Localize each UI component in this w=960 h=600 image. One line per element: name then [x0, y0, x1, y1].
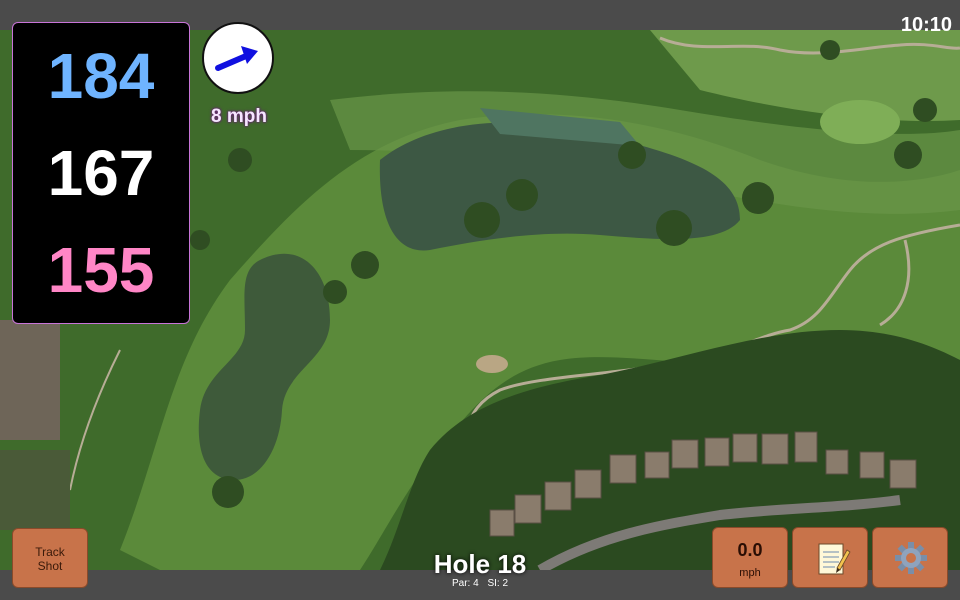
- yardage-panel: 184 167 155: [12, 22, 190, 324]
- gear-icon: [895, 542, 927, 574]
- wind-arrow-icon: [215, 46, 258, 71]
- wind-speed-label: 8 mph: [211, 106, 267, 127]
- front-yardage: 155: [47, 234, 155, 306]
- track-shot-label-line1: Track: [35, 545, 65, 559]
- notepad-icon: [818, 543, 851, 575]
- hole-par: Par: 4: [451, 578, 479, 589]
- clock-time: 10:10: [900, 14, 952, 36]
- back-yardage: 184: [47, 40, 155, 112]
- track-shot-label-line2: Shot: [37, 559, 63, 573]
- settings-button[interactable]: [872, 527, 948, 588]
- notes-button[interactable]: [792, 527, 868, 588]
- speed-button[interactable]: 0.0 mph: [712, 527, 788, 588]
- hole-title: Hole 18: [433, 549, 527, 579]
- hole-info: Par: 4 SI: 2: [400, 578, 560, 589]
- hole-stroke-index: SI: 2: [487, 578, 509, 589]
- speed-value: 0.0: [737, 540, 763, 560]
- middle-yardage: 167: [47, 137, 155, 209]
- speed-unit: mph: [739, 567, 761, 579]
- track-shot-button[interactable]: Track Shot: [12, 528, 88, 588]
- wind-indicator[interactable]: [202, 22, 274, 94]
